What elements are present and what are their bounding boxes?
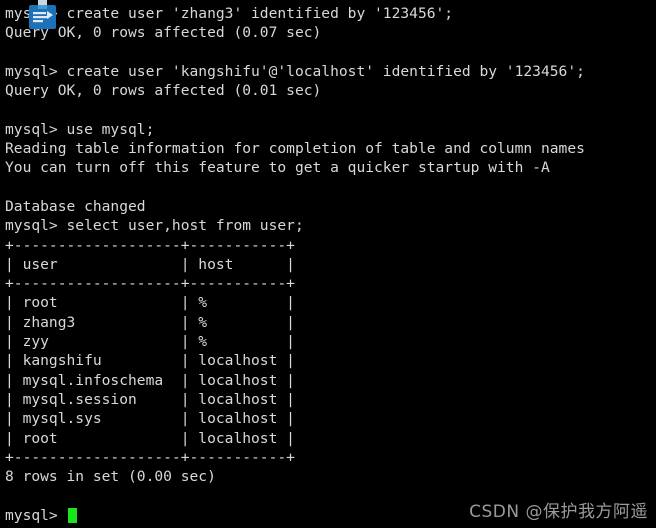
terminal-line: Reading table information for completion… — [5, 140, 585, 158]
terminal-line: +-------------------+-----------+ — [5, 448, 295, 466]
terminal-line: | zhang3 | % | — [5, 313, 295, 331]
terminal-line: mysql> use mysql; — [5, 120, 155, 138]
terminal-line: 8 rows in set (0.00 sec) — [5, 468, 216, 486]
terminal-line: | root | % | — [5, 294, 295, 312]
terminal-line: Query OK, 0 rows affected (0.01 sec) — [5, 82, 322, 100]
terminal-line: mysql> select user,host from user; — [5, 217, 304, 235]
terminal-line: | mysql.infoschema | localhost | — [5, 371, 295, 389]
terminal-line: mysql> create user 'zhang3' identified b… — [5, 5, 454, 22]
terminal-line: +-------------------+-----------+ — [5, 236, 295, 254]
csdn-watermark: CSDN @保护我方阿遥 — [469, 502, 648, 522]
terminal-line: You can turn off this feature to get a q… — [5, 159, 550, 177]
terminal-line: | zyy | % | — [5, 333, 295, 351]
terminal-line: +-------------------+-----------+ — [5, 275, 295, 293]
terminal-line: | kangshifu | localhost | — [5, 352, 295, 370]
terminal-line: | user | host | — [5, 255, 295, 273]
terminal-cursor — [67, 507, 77, 523]
terminal-output: mysql> create user 'zhang3' identified b… — [5, 4, 656, 506]
terminal-line: | mysql.sys | localhost | — [5, 410, 295, 428]
terminal-line: Database changed — [5, 197, 146, 215]
terminal-window[interactable]: mysql> create user 'zhang3' identified b… — [0, 0, 656, 528]
terminal-line: | mysql.session | localhost | — [5, 390, 295, 408]
terminal-line: mysql> create user 'kangshifu'@'localhos… — [5, 62, 585, 80]
prompt-label: mysql> — [5, 506, 67, 524]
terminal-line: Query OK, 0 rows affected (0.07 sec) — [5, 24, 322, 42]
terminal-line: | root | localhost | — [5, 429, 295, 447]
